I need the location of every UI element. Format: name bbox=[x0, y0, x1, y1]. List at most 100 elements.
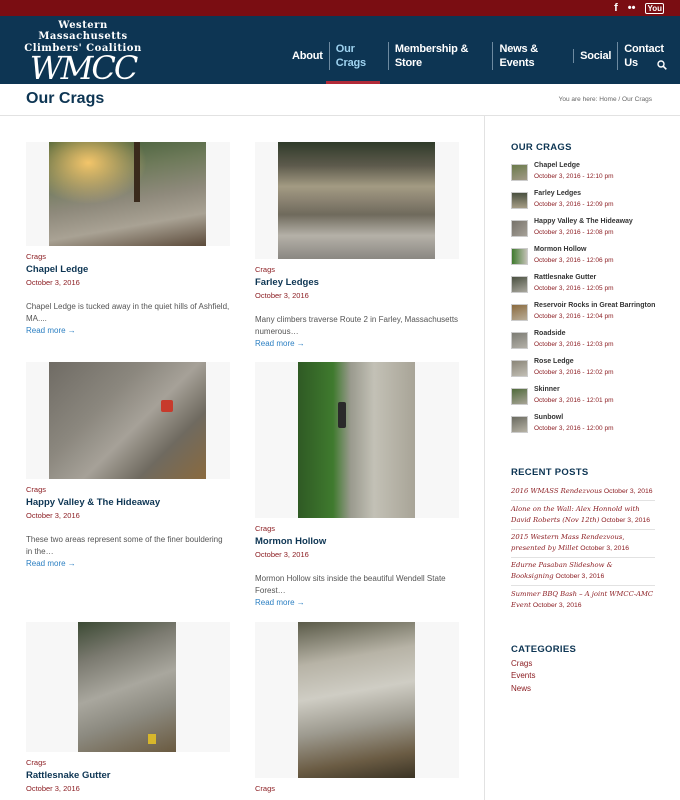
page-title-bar: Our Crags You are here: Home / Our Crags bbox=[0, 84, 680, 116]
crag-name[interactable]: Farley Ledges bbox=[534, 190, 581, 197]
read-more-link[interactable]: Read more → bbox=[255, 339, 459, 348]
read-more-link[interactable]: Read more → bbox=[26, 559, 230, 568]
nav-contact-us[interactable]: Contact Us bbox=[617, 42, 680, 70]
post-card: Crags Mormon Hollow October 3, 2016 Morm… bbox=[255, 362, 459, 607]
post-date: October 3, 2016 bbox=[255, 291, 309, 300]
crag-thumbnail[interactable] bbox=[511, 164, 528, 181]
post-card: Crags Rattlesnake Gutter October 3, 2016 bbox=[26, 622, 230, 793]
post-title[interactable]: Mormon Hollow bbox=[255, 536, 459, 547]
crag-date: October 3, 2016 - 12:02 pm bbox=[534, 369, 614, 376]
crag-thumbnail[interactable] bbox=[511, 332, 528, 349]
recent-post-title[interactable]: 2016 WMASS Rendezvous bbox=[511, 487, 602, 495]
crag-thumbnail[interactable] bbox=[511, 248, 528, 265]
post-thumbnail[interactable] bbox=[255, 622, 459, 778]
crag-name[interactable]: Rose Ledge bbox=[534, 358, 574, 365]
crag-date: October 3, 2016 - 12:01 pm bbox=[534, 397, 614, 404]
post-thumbnail[interactable] bbox=[26, 362, 230, 479]
post-excerpt: Many climbers traverse Route 2 in Farley… bbox=[255, 315, 459, 336]
post-card: Crags bbox=[255, 622, 459, 793]
post-title[interactable]: Happy Valley & The Hideaway bbox=[26, 497, 230, 508]
breadcrumb-home[interactable]: Home bbox=[599, 96, 616, 103]
post-date: October 3, 2016 bbox=[255, 550, 309, 559]
crag-thumbnail[interactable] bbox=[511, 192, 528, 209]
post-title[interactable]: Farley Ledges bbox=[255, 277, 459, 288]
nav-membership-store[interactable]: Membership & Store bbox=[387, 42, 493, 70]
category-link-news[interactable]: News bbox=[511, 684, 531, 693]
post-category[interactable]: Crags bbox=[26, 252, 230, 261]
breadcrumb-prefix: You are here: bbox=[558, 96, 598, 103]
read-more-link[interactable]: Read more → bbox=[255, 598, 459, 607]
post-thumbnail[interactable] bbox=[255, 142, 459, 259]
flickr-icon[interactable]: •• bbox=[628, 2, 636, 14]
post-category[interactable]: Crags bbox=[26, 758, 230, 767]
crag-name[interactable]: Sunbowl bbox=[534, 414, 563, 421]
recent-post-item[interactable]: Alone on the Wall: Alex Honnold with Dav… bbox=[511, 504, 655, 530]
crag-thumbnail[interactable] bbox=[511, 416, 528, 433]
top-social-bar: f •• You bbox=[0, 0, 680, 16]
recent-post-date: October 3, 2016 bbox=[601, 517, 650, 524]
logo-line-1: Western Massachusetts bbox=[38, 20, 128, 42]
post-excerpt: Mormon Hollow sits inside the beautiful … bbox=[255, 574, 446, 595]
post-category[interactable]: Crags bbox=[255, 784, 459, 793]
post-category[interactable]: Crags bbox=[255, 524, 459, 533]
crag-thumbnail[interactable] bbox=[511, 220, 528, 237]
main-nav: About Our Crags Membership & Store News … bbox=[286, 42, 680, 70]
post-title[interactable]: Chapel Ledge bbox=[26, 264, 230, 275]
post-card: Crags Farley Ledges October 3, 2016 Many… bbox=[255, 142, 459, 348]
post-thumbnail[interactable] bbox=[26, 142, 230, 246]
crag-date: October 3, 2016 - 12:06 pm bbox=[534, 257, 614, 264]
recent-post-date: October 3, 2016 bbox=[532, 602, 582, 609]
nav-about[interactable]: About bbox=[286, 49, 329, 63]
sidebar-divider bbox=[484, 116, 485, 800]
youtube-icon[interactable]: You bbox=[645, 2, 664, 14]
breadcrumb: You are here: Home / Our Crags bbox=[559, 96, 652, 103]
facebook-icon[interactable]: f bbox=[614, 2, 618, 14]
post-title[interactable]: Rattlesnake Gutter bbox=[26, 770, 230, 781]
crag-date: October 3, 2016 - 12:05 pm bbox=[534, 285, 614, 292]
sidebar-heading-categories: CATEGORIES bbox=[511, 644, 577, 655]
crag-name[interactable]: Skinner bbox=[534, 386, 560, 393]
crag-thumbnail[interactable] bbox=[511, 276, 528, 293]
recent-post-item[interactable]: Summer BBQ Bash – A joint WMCC-AMC Event… bbox=[511, 589, 655, 614]
sidebar-heading-crags: OUR CRAGS bbox=[511, 142, 572, 153]
post-category[interactable]: Crags bbox=[26, 485, 230, 494]
post-excerpt: These two areas represent some of the fi… bbox=[26, 535, 223, 556]
sidebar-heading-recent: RECENT POSTS bbox=[511, 467, 589, 478]
social-links: f •• You bbox=[614, 2, 664, 14]
recent-post-date: October 3, 2016 bbox=[555, 573, 605, 580]
nav-news-events[interactable]: News & Events bbox=[492, 42, 573, 70]
crag-date: October 3, 2016 - 12:09 pm bbox=[534, 201, 614, 208]
post-excerpt: Chapel Ledge is tucked away in the quiet… bbox=[26, 302, 230, 323]
crag-name[interactable]: Reservoir Rocks in Great Barrington bbox=[534, 302, 655, 309]
crag-name[interactable]: Rattlesnake Gutter bbox=[534, 274, 596, 281]
crag-date: October 3, 2016 - 12:10 pm bbox=[534, 173, 614, 180]
category-link-events[interactable]: Events bbox=[511, 671, 535, 680]
crag-name[interactable]: Roadside bbox=[534, 330, 566, 337]
crag-thumbnail[interactable] bbox=[511, 360, 528, 377]
recent-post-item[interactable]: Edurne Pasaban Slideshow & Booksigning O… bbox=[511, 560, 655, 586]
page-title: Our Crags bbox=[26, 90, 105, 107]
post-category[interactable]: Crags bbox=[255, 265, 459, 274]
crag-thumbnail[interactable] bbox=[511, 388, 528, 405]
recent-post-item[interactable]: 2016 WMASS Rendezvous October 3, 2016 bbox=[511, 486, 655, 501]
category-link-crags[interactable]: Crags bbox=[511, 659, 532, 668]
post-date: October 3, 2016 bbox=[26, 511, 80, 520]
nav-social[interactable]: Social bbox=[573, 49, 617, 63]
read-more-link[interactable]: Read more → bbox=[26, 326, 230, 335]
post-thumbnail[interactable] bbox=[26, 622, 230, 752]
crag-name[interactable]: Chapel Ledge bbox=[534, 162, 580, 169]
crag-name[interactable]: Mormon Hollow bbox=[534, 246, 587, 253]
post-thumbnail[interactable] bbox=[255, 362, 459, 518]
breadcrumb-current: Our Crags bbox=[622, 96, 652, 103]
recent-post-item[interactable]: 2015 Western Mass Rendezvous, presented … bbox=[511, 532, 655, 558]
crag-thumbnail[interactable] bbox=[511, 304, 528, 321]
site-logo[interactable]: Western Massachusetts Climbers' Coalitio… bbox=[22, 20, 144, 84]
site-header: Western Massachusetts Climbers' Coalitio… bbox=[0, 16, 680, 84]
crag-date: October 3, 2016 - 12:03 pm bbox=[534, 341, 614, 348]
nav-our-crags[interactable]: Our Crags bbox=[328, 42, 388, 70]
recent-post-date: October 3, 2016 bbox=[580, 545, 630, 552]
crag-date: October 3, 2016 - 12:08 pm bbox=[534, 229, 614, 236]
search-icon[interactable] bbox=[657, 60, 667, 70]
crag-date: October 3, 2016 - 12:04 pm bbox=[534, 313, 614, 320]
crag-name[interactable]: Happy Valley & The Hideaway bbox=[534, 218, 633, 225]
